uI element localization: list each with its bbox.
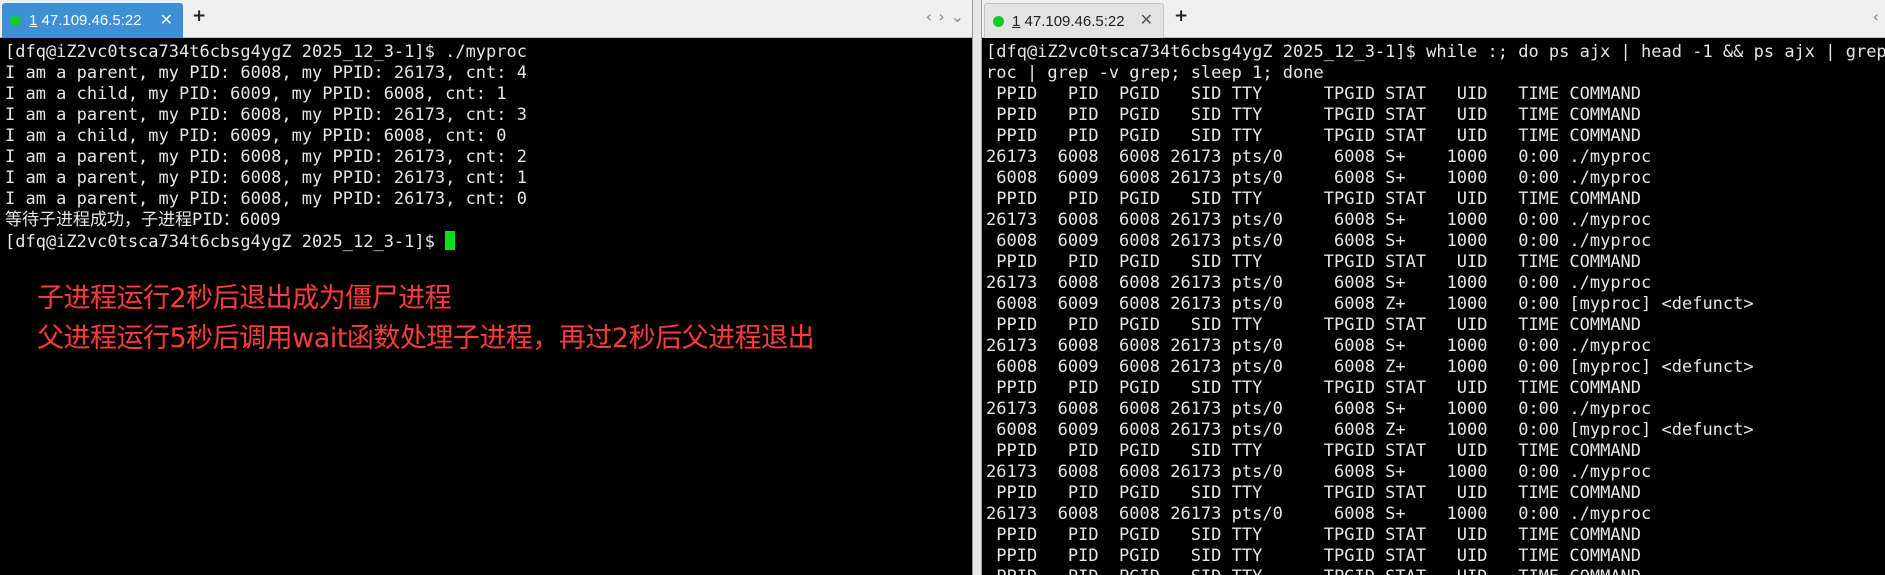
terminal-line: PPID PID PGID SID TTY TPGID STAT UID TIM… bbox=[986, 105, 1642, 125]
terminal-line: I am a parent, my PID: 6008, my PPID: 26… bbox=[5, 168, 527, 188]
terminal-line: PPID PID PGID SID TTY TPGID STAT UID TIM… bbox=[986, 567, 1885, 575]
terminal-line: I am a parent, my PID: 6008, my PPID: 26… bbox=[5, 105, 527, 125]
connected-status-icon bbox=[993, 15, 1004, 27]
terminal-line: PPID PID PGID SID TTY TPGID STAT UID TIM… bbox=[986, 483, 1642, 503]
terminal-prompt-line: [dfq@iZ2vc0tsca734t6cbsg4ygZ 2025_12_3-1… bbox=[5, 231, 972, 252]
chevron-right-icon[interactable]: › bbox=[938, 7, 950, 26]
terminal-line: [dfq@iZ2vc0tsca734t6cbsg4ygZ 2025_12_3-1… bbox=[986, 42, 1885, 62]
terminal-line: 26173 6008 6008 26173 pts/0 6008 S+ 1000… bbox=[986, 399, 1652, 419]
terminal-line: PPID PID PGID SID TTY TPGID STAT UID TIM… bbox=[986, 189, 1642, 209]
terminal-line: roc | grep -v grep; sleep 1; done bbox=[986, 63, 1324, 83]
tab-nav-buttons: ‹ bbox=[1873, 9, 1885, 25]
pane-splitter[interactable] bbox=[972, 0, 982, 575]
chevron-down-icon[interactable]: ⌄ bbox=[951, 7, 970, 26]
terminal-line: 6008 6009 6008 26173 pts/0 6008 Z+ 1000 … bbox=[986, 294, 1754, 314]
left-tab-bar: 1 47.109.46.5:22 ✕ + ‹›⌄ bbox=[0, 0, 972, 38]
terminal-cursor bbox=[445, 231, 456, 250]
terminal-line: 等待子进程成功，子进程PID：6009 bbox=[5, 210, 281, 230]
chevron-left-icon[interactable]: ‹ bbox=[926, 7, 938, 26]
terminal-line: I am a child, my PID: 6009, my PPID: 600… bbox=[5, 84, 507, 104]
terminal-line: I am a child, my PID: 6009, my PPID: 600… bbox=[5, 126, 507, 146]
terminal-line: PPID PID PGID SID TTY TPGID STAT UID TIM… bbox=[986, 525, 1642, 545]
session-tab[interactable]: 1 47.109.46.5:22 ✕ bbox=[984, 3, 1164, 38]
shell-prompt: [dfq@iZ2vc0tsca734t6cbsg4ygZ 2025_12_3-1… bbox=[5, 232, 446, 252]
right-terminal-pane[interactable]: 1 47.109.46.5:22 ✕ + ‹ [dfq@iZ2vc0tsca73… bbox=[982, 0, 1885, 575]
terminal-line: PPID PID PGID SID TTY TPGID STAT UID TIM… bbox=[986, 378, 1642, 398]
new-tab-button[interactable]: + bbox=[192, 8, 206, 25]
terminal-line: 6008 6009 6008 26173 pts/0 6008 S+ 1000 … bbox=[986, 231, 1652, 251]
chevron-left-icon[interactable]: ‹ bbox=[1873, 7, 1885, 26]
terminal-line: 6008 6009 6008 26173 pts/0 6008 Z+ 1000 … bbox=[986, 420, 1754, 440]
right-tab-bar: 1 47.109.46.5:22 ✕ + ‹ bbox=[982, 0, 1885, 38]
terminal-line: 26173 6008 6008 26173 pts/0 6008 S+ 1000… bbox=[986, 273, 1652, 293]
terminal-line: I am a parent, my PID: 6008, my PPID: 26… bbox=[5, 189, 527, 209]
terminal-line: 26173 6008 6008 26173 pts/0 6008 S+ 1000… bbox=[986, 336, 1652, 356]
terminal-line: PPID PID PGID SID TTY TPGID STAT UID TIM… bbox=[986, 315, 1642, 335]
tab-title: 1 47.109.46.5:22 bbox=[29, 12, 142, 29]
terminal-line: 26173 6008 6008 26173 pts/0 6008 S+ 1000… bbox=[986, 504, 1652, 524]
terminal-line: [dfq@iZ2vc0tsca734t6cbsg4ygZ 2025_12_3-1… bbox=[5, 42, 527, 62]
terminal-line: PPID PID PGID SID TTY TPGID STAT UID TIM… bbox=[986, 441, 1642, 461]
new-tab-button[interactable]: + bbox=[1174, 8, 1188, 25]
terminal-line: 26173 6008 6008 26173 pts/0 6008 S+ 1000… bbox=[986, 147, 1652, 167]
terminal-line: PPID PID PGID SID TTY TPGID STAT UID TIM… bbox=[986, 84, 1642, 104]
terminal-line: 26173 6008 6008 26173 pts/0 6008 S+ 1000… bbox=[986, 210, 1652, 230]
terminal-line: PPID PID PGID SID TTY TPGID STAT UID TIM… bbox=[986, 252, 1642, 272]
close-icon[interactable]: ✕ bbox=[160, 12, 173, 29]
terminal-line: I am a parent, my PID: 6008, my PPID: 26… bbox=[5, 147, 527, 167]
annotation-text-2: 父进程运行5秒后调用wait函数处理子进程，再过2秒后父进程退出 bbox=[37, 323, 815, 354]
tab-nav-buttons: ‹›⌄ bbox=[926, 9, 970, 25]
tab-title: 1 47.109.46.5:22 bbox=[1012, 12, 1125, 30]
close-icon[interactable]: ✕ bbox=[1140, 13, 1153, 29]
right-terminal-output[interactable]: [dfq@iZ2vc0tsca734t6cbsg4ygZ 2025_12_3-1… bbox=[986, 42, 1885, 575]
left-terminal-pane[interactable]: 1 47.109.46.5:22 ✕ + ‹›⌄ [dfq@iZ2vc0tsca… bbox=[0, 0, 972, 575]
terminal-line: PPID PID PGID SID TTY TPGID STAT UID TIM… bbox=[986, 126, 1642, 146]
annotation-text-1: 子进程运行2秒后退出成为僵尸进程 bbox=[37, 283, 452, 314]
terminal-line: PPID PID PGID SID TTY TPGID STAT UID TIM… bbox=[986, 546, 1642, 566]
connected-status-icon bbox=[10, 15, 21, 26]
terminal-line: 6008 6009 6008 26173 pts/0 6008 Z+ 1000 … bbox=[986, 357, 1754, 377]
session-tab-active[interactable]: 1 47.109.46.5:22 ✕ bbox=[2, 3, 183, 38]
terminal-line: 26173 6008 6008 26173 pts/0 6008 S+ 1000… bbox=[986, 462, 1652, 482]
terminal-line: 6008 6009 6008 26173 pts/0 6008 S+ 1000 … bbox=[986, 168, 1652, 188]
terminal-line: I am a parent, my PID: 6008, my PPID: 26… bbox=[5, 63, 527, 83]
